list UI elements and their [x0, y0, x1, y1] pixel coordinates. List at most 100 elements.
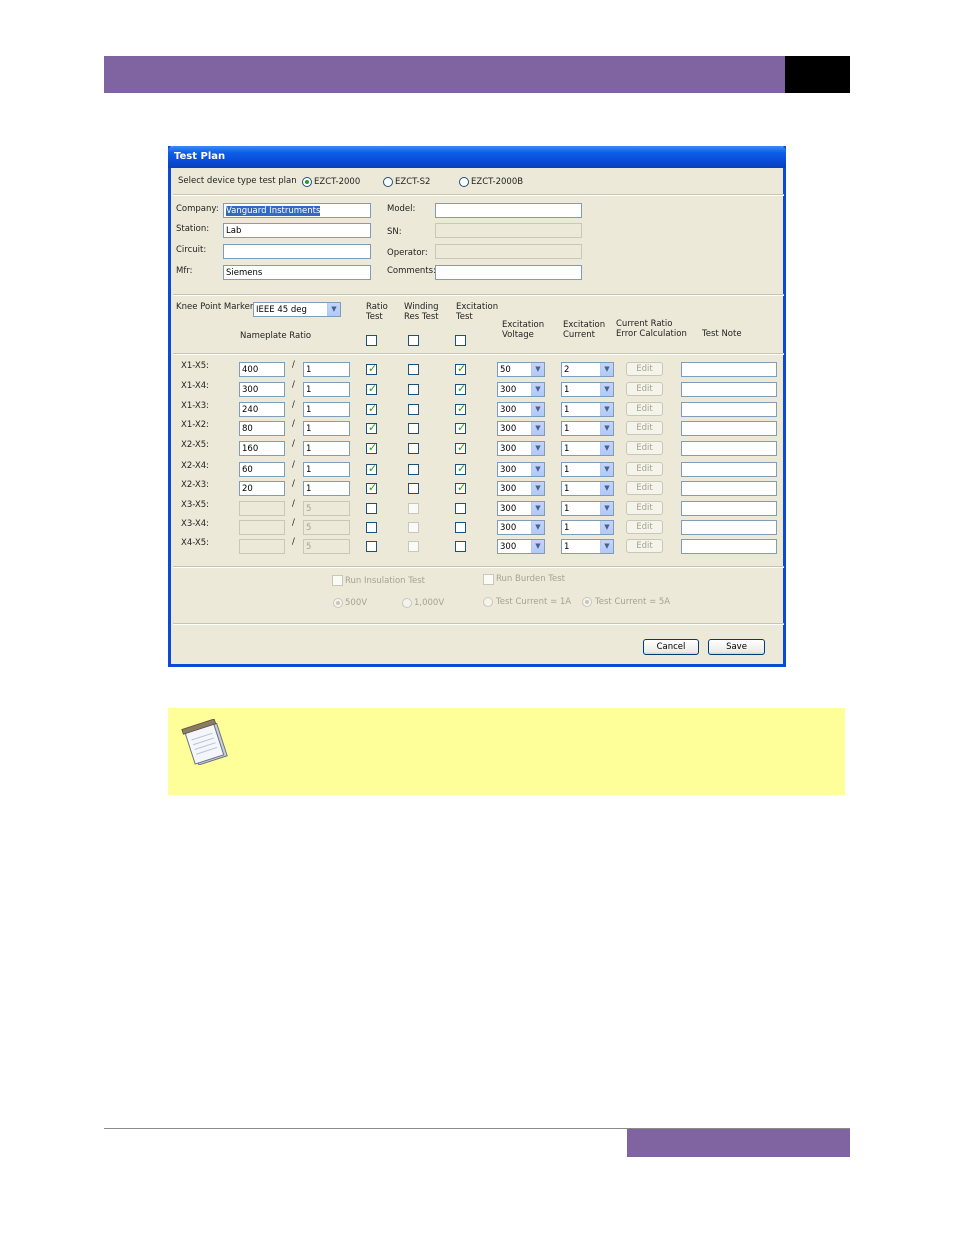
- excitation-test-checkbox[interactable]: [455, 481, 466, 494]
- secondary-ratio-input[interactable]: 1: [303, 382, 350, 397]
- cancel-button[interactable]: Cancel: [643, 639, 699, 655]
- excitation-voltage-dropdown[interactable]: 300 ▼: [497, 402, 545, 417]
- excitation-current-dropdown[interactable]: 1 ▼: [561, 462, 614, 477]
- comments-field[interactable]: [435, 265, 582, 280]
- excitation-voltage-dropdown[interactable]: 300 ▼: [497, 501, 545, 516]
- excitation-voltage-dropdown[interactable]: 300 ▼: [497, 481, 545, 496]
- radio-ezct-s2[interactable]: [383, 177, 393, 187]
- winding-test-checkbox[interactable]: [408, 503, 419, 514]
- excitation-current-dropdown[interactable]: 1 ▼: [561, 481, 614, 496]
- secondary-ratio-input[interactable]: 1: [303, 462, 350, 477]
- winding-test-all-checkbox[interactable]: [408, 335, 419, 346]
- test-note-input[interactable]: [681, 501, 777, 516]
- test-note-input[interactable]: [681, 402, 777, 417]
- crec-edit-button[interactable]: Edit: [626, 421, 663, 435]
- excitation-voltage-dropdown[interactable]: 300 ▼: [497, 462, 545, 477]
- radio-test-current-5a[interactable]: [582, 597, 592, 607]
- winding-test-checkbox[interactable]: [408, 522, 419, 533]
- crec-edit-button[interactable]: Edit: [626, 501, 663, 515]
- excitation-test-checkbox[interactable]: [455, 503, 466, 514]
- excitation-current-dropdown[interactable]: 2 ▼: [561, 362, 614, 377]
- test-note-input[interactable]: [681, 382, 777, 397]
- model-field[interactable]: [435, 203, 582, 218]
- ratio-test-checkbox[interactable]: [366, 441, 377, 454]
- ratio-test-checkbox[interactable]: [366, 503, 377, 514]
- ratio-test-checkbox[interactable]: [366, 421, 377, 434]
- excitation-current-dropdown[interactable]: 1 ▼: [561, 501, 614, 516]
- crec-edit-button[interactable]: Edit: [626, 362, 663, 376]
- excitation-current-dropdown[interactable]: 1 ▼: [561, 382, 614, 397]
- excitation-voltage-dropdown[interactable]: 300 ▼: [497, 421, 545, 436]
- primary-ratio-input[interactable]: 300: [239, 382, 285, 397]
- ratio-test-checkbox[interactable]: [366, 462, 377, 475]
- test-note-input[interactable]: [681, 539, 777, 554]
- excitation-current-dropdown[interactable]: 1 ▼: [561, 520, 614, 535]
- radio-ezct-2000b[interactable]: [459, 177, 469, 187]
- ratio-test-checkbox[interactable]: [366, 402, 377, 415]
- excitation-test-checkbox[interactable]: [455, 541, 466, 552]
- winding-test-checkbox[interactable]: [408, 404, 419, 415]
- ratio-test-checkbox[interactable]: [366, 382, 377, 395]
- excitation-test-checkbox[interactable]: [455, 402, 466, 415]
- crec-edit-button[interactable]: Edit: [626, 441, 663, 455]
- secondary-ratio-input[interactable]: 1: [303, 402, 350, 417]
- save-button[interactable]: Save: [708, 639, 765, 655]
- secondary-ratio-input[interactable]: 1: [303, 421, 350, 436]
- winding-test-checkbox[interactable]: [408, 423, 419, 434]
- excitation-test-checkbox[interactable]: [455, 382, 466, 395]
- winding-test-checkbox[interactable]: [408, 464, 419, 475]
- crec-edit-button[interactable]: Edit: [626, 539, 663, 553]
- crec-edit-button[interactable]: Edit: [626, 520, 663, 534]
- excitation-voltage-dropdown[interactable]: 300 ▼: [497, 520, 545, 535]
- mfr-field[interactable]: Siemens: [223, 265, 371, 280]
- run-insulation-checkbox[interactable]: [332, 575, 343, 586]
- excitation-current-dropdown[interactable]: 1 ▼: [561, 539, 614, 554]
- ratio-test-checkbox[interactable]: [366, 481, 377, 494]
- excitation-voltage-dropdown[interactable]: 300 ▼: [497, 382, 545, 397]
- ratio-test-checkbox[interactable]: [366, 522, 377, 533]
- excitation-current-dropdown[interactable]: 1 ▼: [561, 441, 614, 456]
- primary-ratio-input[interactable]: 80: [239, 421, 285, 436]
- primary-ratio-input[interactable]: 60: [239, 462, 285, 477]
- excitation-current-dropdown[interactable]: 1 ▼: [561, 421, 614, 436]
- test-note-input[interactable]: [681, 421, 777, 436]
- winding-test-checkbox[interactable]: [408, 364, 419, 375]
- run-burden-checkbox[interactable]: [483, 574, 494, 585]
- radio-500v[interactable]: [333, 598, 343, 608]
- dialog-titlebar[interactable]: Test Plan: [168, 146, 786, 168]
- station-field[interactable]: Lab: [223, 223, 371, 238]
- excitation-test-checkbox[interactable]: [455, 421, 466, 434]
- knee-point-dropdown[interactable]: IEEE 45 deg ▼: [253, 302, 341, 317]
- primary-ratio-input[interactable]: 20: [239, 481, 285, 496]
- ratio-test-checkbox[interactable]: [366, 362, 377, 375]
- radio-ezct-2000[interactable]: [302, 177, 312, 187]
- excitation-voltage-dropdown[interactable]: 300 ▼: [497, 441, 545, 456]
- crec-edit-button[interactable]: Edit: [626, 402, 663, 416]
- excitation-test-all-checkbox[interactable]: [455, 335, 466, 346]
- crec-edit-button[interactable]: Edit: [626, 481, 663, 495]
- excitation-test-checkbox[interactable]: [455, 462, 466, 475]
- winding-test-checkbox[interactable]: [408, 483, 419, 494]
- primary-ratio-input[interactable]: 240: [239, 402, 285, 417]
- excitation-voltage-dropdown[interactable]: 50 ▼: [497, 362, 545, 377]
- radio-test-current-1a[interactable]: [483, 597, 493, 607]
- secondary-ratio-input[interactable]: 1: [303, 362, 350, 377]
- secondary-ratio-input[interactable]: 1: [303, 441, 350, 456]
- test-note-input[interactable]: [681, 520, 777, 535]
- crec-edit-button[interactable]: Edit: [626, 462, 663, 476]
- test-note-input[interactable]: [681, 462, 777, 477]
- company-field[interactable]: Vanguard Instruments: [223, 203, 371, 218]
- primary-ratio-input[interactable]: 160: [239, 441, 285, 456]
- radio-1000v[interactable]: [402, 598, 412, 608]
- excitation-voltage-dropdown[interactable]: 300 ▼: [497, 539, 545, 554]
- excitation-test-checkbox[interactable]: [455, 441, 466, 454]
- circuit-field[interactable]: [223, 244, 371, 259]
- ratio-test-checkbox[interactable]: [366, 541, 377, 552]
- winding-test-checkbox[interactable]: [408, 541, 419, 552]
- excitation-test-checkbox[interactable]: [455, 522, 466, 533]
- excitation-current-dropdown[interactable]: 1 ▼: [561, 402, 614, 417]
- excitation-test-checkbox[interactable]: [455, 362, 466, 375]
- primary-ratio-input[interactable]: 400: [239, 362, 285, 377]
- ratio-test-all-checkbox[interactable]: [366, 335, 377, 346]
- winding-test-checkbox[interactable]: [408, 384, 419, 395]
